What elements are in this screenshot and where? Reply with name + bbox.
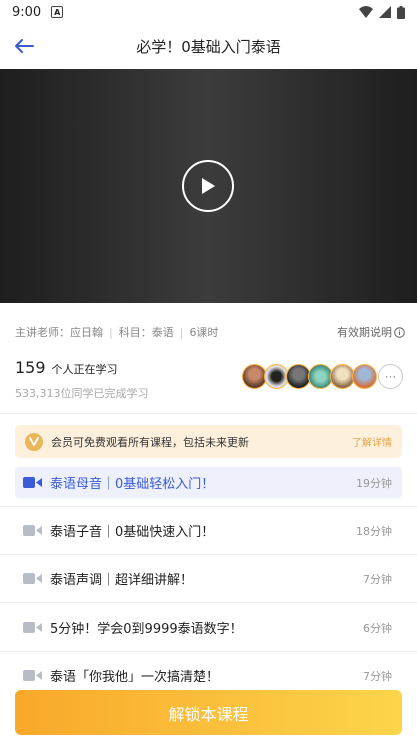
video-player[interactable]: [0, 69, 417, 303]
back-arrow-icon: [15, 39, 34, 53]
lesson-title: 泰语母音｜0基础轻松入门！: [50, 477, 215, 492]
lesson-duration: 19分钟: [356, 476, 392, 490]
vip-badge-icon: [25, 432, 43, 451]
lesson-title: 5分钟！学会0到9999泰语数字！: [50, 622, 243, 637]
vip-details-link[interactable]: 了解详情: [352, 434, 392, 449]
vip-banner[interactable]: 会员可免费观看所有课程，包括未来更新 了解详情: [15, 425, 402, 458]
lessons-count: 6课时: [189, 326, 219, 339]
divider: [0, 651, 417, 652]
lesson-duration: 18分钟: [356, 524, 392, 538]
status-time: 9:00: [12, 4, 42, 20]
bottom-bar: 解锁本课程: [0, 682, 417, 743]
unlock-course-button[interactable]: 解锁本课程: [15, 690, 402, 735]
validity-link[interactable]: 有效期说明: [337, 324, 405, 340]
lesson-title: 泰语子音｜0基础快速入门！: [50, 525, 215, 540]
lesson-item[interactable]: 泰语母音｜0基础轻松入门！ 19分钟: [15, 467, 402, 498]
more-avatars-button[interactable]: ···: [378, 364, 403, 389]
play-button[interactable]: [182, 160, 234, 212]
video-camera-icon: [23, 670, 42, 681]
course-meta: 主讲老师：应日翰 | 科目：泰语 | 6课时 有效期说明: [15, 324, 405, 340]
divider: [0, 413, 417, 414]
divider: [0, 554, 417, 555]
learning-label: 个人正在学习: [51, 363, 118, 376]
wifi-icon: [359, 6, 373, 18]
notification-icon: A: [51, 6, 64, 18]
teacher-label: 主讲老师：应日翰: [15, 326, 103, 339]
info-icon: [394, 326, 405, 338]
status-bar: 9:00 A: [0, 0, 417, 24]
battery-icon: [397, 5, 405, 19]
completed-count: 533,313位同学已完成学习: [15, 387, 149, 400]
status-icons: [359, 5, 405, 19]
learning-stats: 159 个人正在学习: [15, 358, 118, 377]
subject-label: 科目：泰语: [118, 326, 174, 339]
video-camera-icon: [23, 477, 42, 488]
page-title: 必学！0基础入门泰语: [136, 38, 281, 56]
lesson-item[interactable]: 5分钟！学会0到9999泰语数字！ 6分钟: [15, 612, 402, 643]
play-icon: [202, 178, 215, 194]
validity-label: 有效期说明: [337, 326, 392, 339]
divider: [0, 602, 417, 603]
lesson-duration: 7分钟: [363, 572, 392, 586]
separator: |: [109, 325, 113, 339]
video-camera-icon: [23, 573, 42, 584]
cell-signal-icon: [379, 6, 391, 18]
lesson-item[interactable]: 泰语子音｜0基础快速入门！ 18分钟: [15, 515, 402, 546]
lesson-item[interactable]: 泰语声调｜超详细讲解！ 7分钟: [15, 563, 402, 594]
lesson-duration: 6分钟: [363, 621, 392, 635]
nav-bar: 必学！0基础入门泰语: [0, 24, 417, 69]
separator: |: [179, 325, 184, 339]
lesson-title: 泰语声调｜超详细讲解！: [50, 573, 194, 588]
learner-avatars[interactable]: ···: [242, 364, 403, 390]
back-button[interactable]: [10, 32, 38, 60]
divider: [0, 506, 417, 507]
video-camera-icon: [23, 525, 42, 536]
avatar: [352, 364, 377, 389]
vip-text: 会员可免费观看所有课程，包括未来更新: [51, 435, 249, 449]
video-camera-icon: [23, 622, 42, 633]
learning-count: 159: [15, 358, 46, 377]
